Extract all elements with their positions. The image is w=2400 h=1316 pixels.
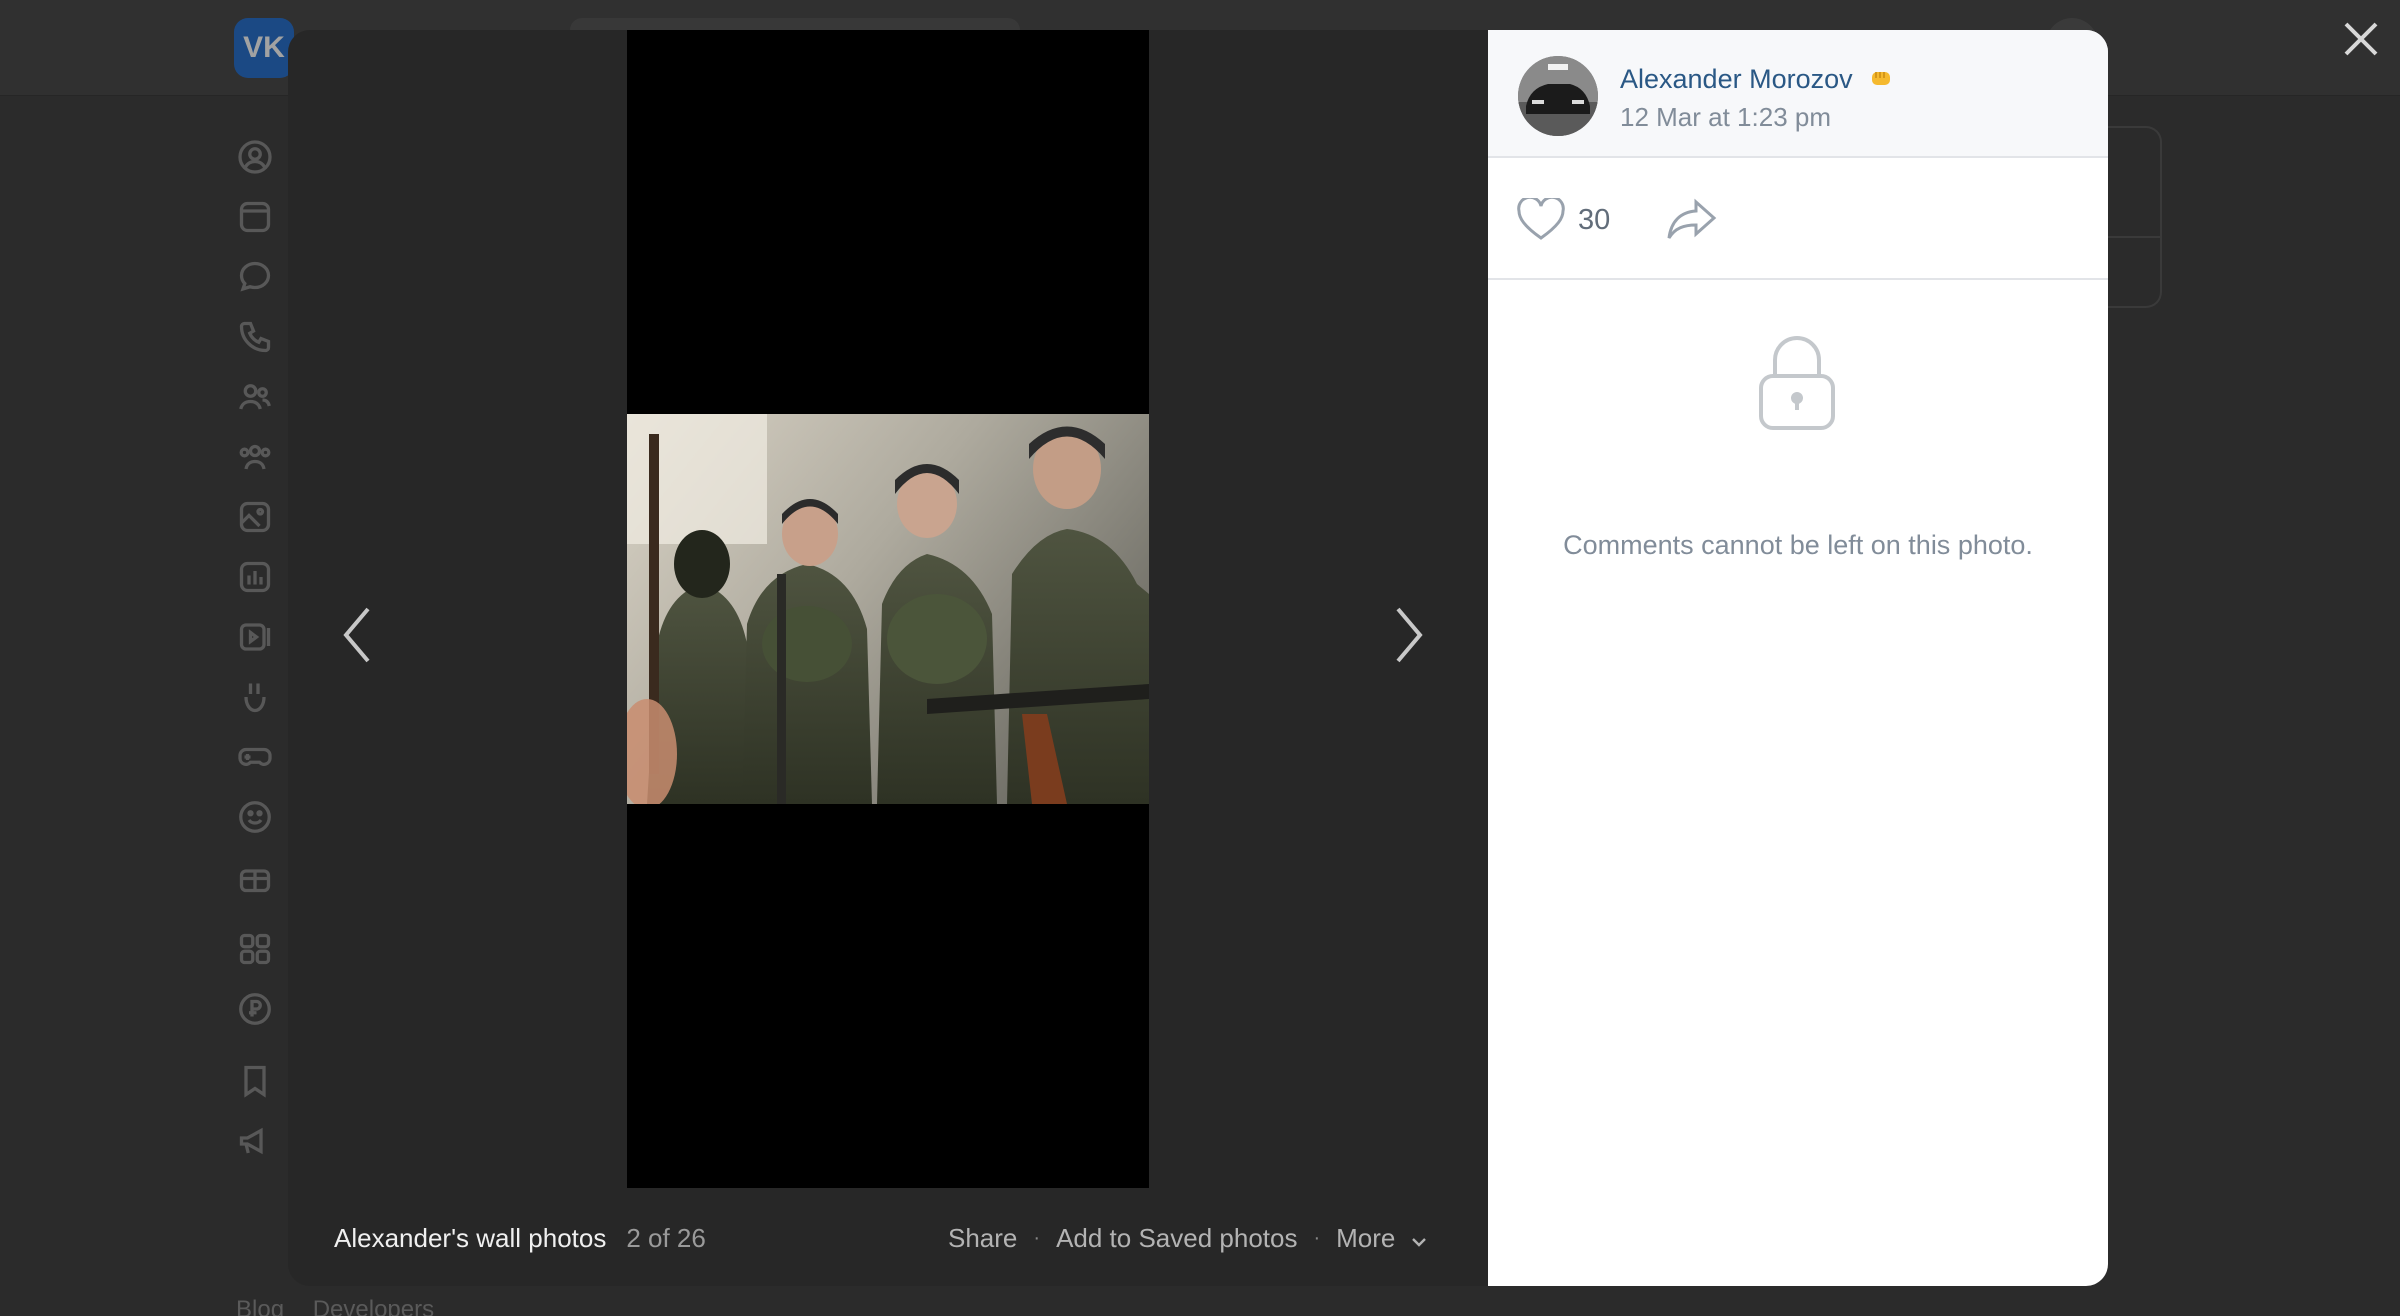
- chevron-right-icon: [1396, 607, 1423, 663]
- footer-link-blog: Blog: [236, 1296, 285, 1316]
- previous-photo-button[interactable]: [328, 590, 388, 680]
- ads-icon: [236, 1122, 274, 1160]
- vk-logo: VK: [234, 18, 294, 78]
- payments-icon: [236, 990, 274, 1028]
- footer-link-developers: Developers: [312, 1296, 435, 1316]
- post-date: 12 Mar at 1:23 pm: [1620, 102, 1831, 132]
- calls-icon: [236, 318, 274, 356]
- reactions-bar: 30: [1488, 158, 2108, 280]
- stickers-icon: [236, 798, 274, 836]
- add-to-saved-link[interactable]: Add to Saved photos: [1056, 1223, 1297, 1254]
- album-title-link[interactable]: Alexander's wall photos: [334, 1223, 606, 1254]
- gifts-icon: [236, 858, 274, 896]
- author-name-link[interactable]: Alexander Morozov: [1620, 64, 1894, 95]
- author-name: Alexander Morozov: [1620, 64, 1853, 94]
- author-header: Alexander Morozov 12 Mar at 1:23 pm: [1488, 30, 2108, 158]
- photo-pane: Alexander's wall photos 2 of 26 Share · …: [288, 30, 1488, 1286]
- clips-icon: [236, 678, 274, 716]
- friends-icon: [236, 378, 274, 416]
- photo-counter: 2 of 26: [626, 1222, 706, 1253]
- background-footer: Blog Developers: [236, 1296, 456, 1316]
- messenger-icon: [236, 258, 274, 296]
- background-card: [2100, 126, 2162, 308]
- photo-info-panel: Alexander Morozov 12 Mar at 1:23 pm 30 C…: [1488, 30, 2108, 1286]
- games-icon: [236, 738, 274, 776]
- author-avatar[interactable]: [1518, 56, 1598, 136]
- background-sidebar: [236, 138, 282, 1182]
- close-icon: [2344, 22, 2378, 56]
- share-button[interactable]: [1666, 198, 1718, 242]
- communities-icon: [236, 438, 274, 476]
- car-avatar-image: [1518, 56, 1598, 136]
- lock-icon: [1753, 330, 1841, 434]
- heart-icon: [1517, 198, 1565, 240]
- mini-apps-icon: [236, 930, 274, 968]
- photo-bottom-bar: Alexander's wall photos 2 of 26 Share · …: [288, 1190, 1488, 1286]
- like-button[interactable]: 30: [1516, 198, 1610, 242]
- chevron-down-icon: [1411, 1223, 1427, 1247]
- video-icon: [236, 618, 274, 656]
- more-menu-button[interactable]: More: [1336, 1223, 1426, 1254]
- separator-dot: ·: [1313, 1226, 1321, 1249]
- like-count: 30: [1578, 203, 1611, 236]
- photo-actions: Share · Add to Saved photos · More: [948, 1190, 1427, 1286]
- photo-frame[interactable]: [627, 30, 1149, 1188]
- photo-image: [627, 414, 1149, 804]
- next-photo-button[interactable]: [1378, 590, 1438, 680]
- share-link[interactable]: Share: [948, 1223, 1017, 1254]
- comments-locked-message: Comments cannot be left on this photo.: [1563, 530, 2033, 560]
- photo-viewer: Alexander's wall photos 2 of 26 Share · …: [288, 30, 2108, 1286]
- close-viewer-button[interactable]: [2338, 16, 2384, 62]
- share-arrow-icon: [1667, 198, 1717, 239]
- separator-dot: ·: [1033, 1226, 1041, 1249]
- more-label: More: [1336, 1222, 1396, 1253]
- fist-emoji-icon: [1870, 64, 1894, 85]
- bookmarks-icon: [236, 1062, 274, 1100]
- music-icon: [236, 558, 274, 596]
- profile-icon: [236, 138, 274, 176]
- photos-icon: [236, 498, 274, 536]
- news-icon: [236, 198, 274, 236]
- chevron-left-icon: [343, 607, 370, 663]
